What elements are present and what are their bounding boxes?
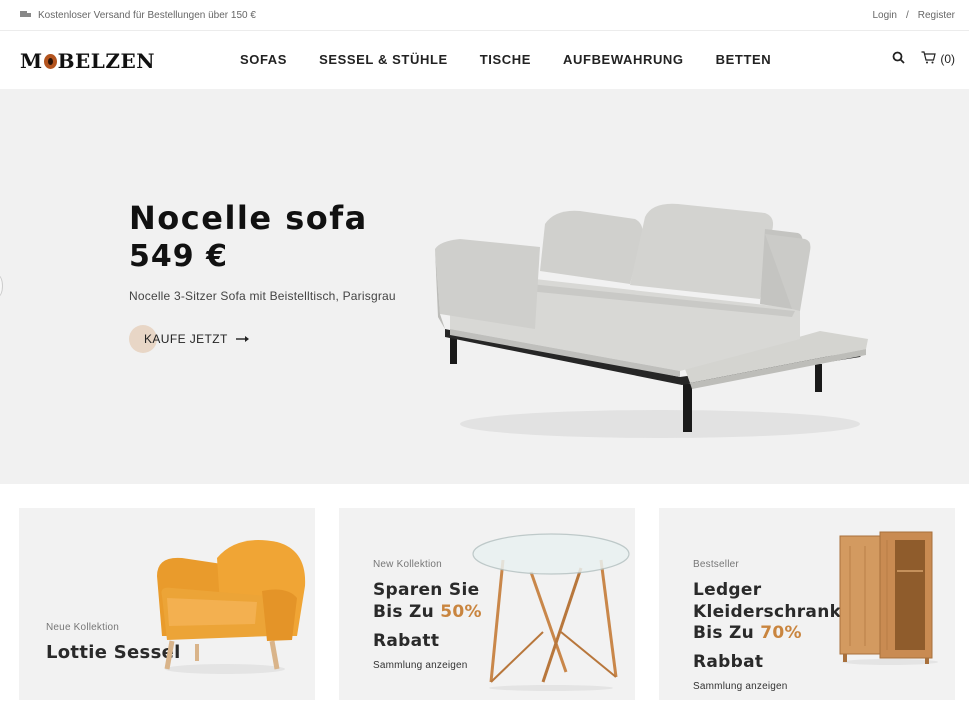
login-link[interactable]: Login (873, 10, 897, 21)
top-bar: Kostenloser Versand für Bestellungen übe… (0, 0, 969, 31)
nav-item-tische[interactable]: TISCHE (480, 52, 531, 67)
banner-headline-prefix: Bis Zu (693, 623, 761, 643)
cta-label: KAUFE JETZT (144, 332, 228, 346)
cart-icon (921, 51, 937, 67)
banner-tag: Bestseller (693, 559, 739, 570)
truck-icon (20, 11, 31, 19)
banner-tag: Neue Kollektion (46, 622, 120, 633)
hero-description: Nocelle 3-Sitzer Sofa mit Beistelltisch,… (129, 289, 396, 303)
logo-text-start: M (20, 49, 43, 73)
banner-headline-line3: Rabatt (373, 631, 440, 651)
nav-item-aufbewahrung[interactable]: AUFBEWAHRUNG (563, 52, 684, 67)
banner-headline-line1: Sparen Sie (373, 580, 480, 600)
banner-headline-prefix: Bis Zu (373, 602, 441, 622)
register-link[interactable]: Register (918, 10, 955, 21)
logo-o-mark (43, 54, 57, 69)
arrow-right-icon (235, 332, 250, 346)
armchair-image (157, 540, 306, 674)
logo-text-end: BELZEN (57, 49, 155, 73)
header-actions: (0) (892, 51, 955, 67)
cart-count: (0) (940, 52, 955, 66)
view-collection-link[interactable]: Sammlung anzeigen (693, 681, 788, 692)
nav-item-betten[interactable]: BETTEN (716, 52, 772, 67)
hero-price: 549 € (129, 239, 228, 274)
shipping-text: Kostenloser Versand für Bestellungen übe… (38, 9, 256, 21)
banner-headline-line1: Ledger (693, 580, 762, 600)
main-header: M BELZEN SOFAS SESSEL & STÜHLE TISCHE AUF… (0, 31, 969, 89)
banner-headline-line3: Bis Zu 70% (693, 622, 802, 644)
shipping-notice: Kostenloser Versand für Bestellungen übe… (20, 10, 256, 21)
account-links: Login / Register (873, 10, 956, 21)
nav-item-sessel-stuehle[interactable]: SESSEL & STÜHLE (319, 52, 448, 67)
account-separator: / (905, 9, 909, 21)
banner-headline-line2: Bis Zu 50% (373, 601, 482, 623)
glass-table-image (472, 533, 630, 691)
shop-now-button[interactable]: KAUFE JETZT (129, 325, 250, 353)
discount-percent: 70% (760, 623, 802, 643)
promo-banner-sale-50[interactable]: New Kollektion Sparen Sie Bis Zu 50% Rab… (339, 508, 635, 700)
banner-headline-line4: Rabbat (693, 652, 764, 672)
wardrobe-image (839, 531, 938, 665)
promo-banner-wardrobe[interactable]: Bestseller Ledger Kleiderschrank Bis Zu … (659, 508, 955, 700)
main-nav: SOFAS SESSEL & STÜHLE TISCHE AUFBEWAHRUN… (240, 52, 771, 67)
sofa-image (435, 203, 868, 438)
logo[interactable]: M BELZEN (20, 49, 155, 73)
promo-banner-armchair[interactable]: Neue Kollektion Lottie Sessel (19, 508, 315, 700)
banner-tag: New Kollektion (373, 559, 442, 570)
hero-title: Nocelle sofa (129, 199, 368, 237)
cart-button[interactable]: (0) (921, 51, 955, 67)
view-collection-link[interactable]: Sammlung anzeigen (373, 660, 468, 671)
hero-slider: Nocelle sofa 549 € Nocelle 3-Sitzer Sofa… (0, 89, 969, 484)
slider-prev-handle[interactable] (0, 275, 3, 297)
banner-headline-line2: Kleiderschrank (693, 602, 842, 622)
search-icon[interactable] (892, 51, 905, 67)
nav-item-sofas[interactable]: SOFAS (240, 52, 287, 67)
